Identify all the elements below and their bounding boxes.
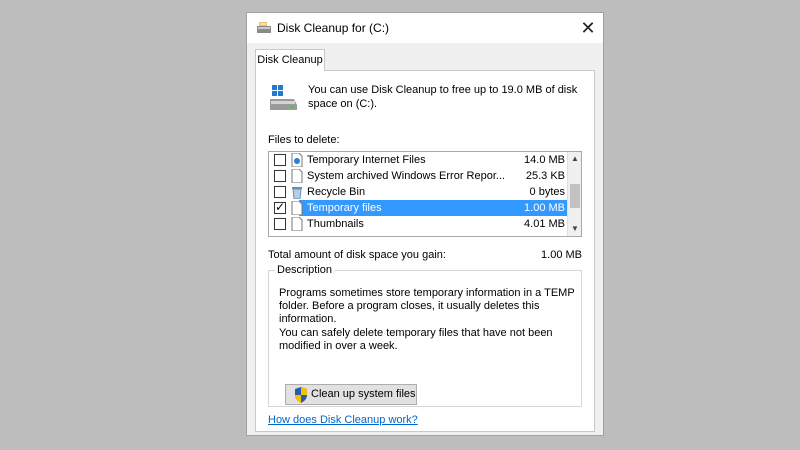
scroll-thumb[interactable] — [570, 184, 580, 208]
list-scrollbar[interactable]: ▲ ▼ — [567, 152, 581, 236]
disk-cleanup-window: Disk Cleanup for (C:) ✕ Disk Cleanup You… — [246, 12, 604, 436]
files-to-delete-list[interactable]: Temporary Internet Files 14.0 MB System … — [268, 151, 582, 237]
tab-panel: You can use Disk Cleanup to free up to 1… — [255, 70, 595, 432]
list-item-temporary-files[interactable]: ✓ Temporary files 1.00 MB — [269, 200, 569, 216]
description-legend: Description — [275, 264, 335, 276]
description-text: Programs sometimes store temporary infor… — [279, 287, 575, 325]
files-to-delete-label: Files to delete: — [268, 134, 340, 146]
tab-disk-cleanup[interactable]: Disk Cleanup — [255, 49, 325, 71]
total-space-label: Total amount of disk space you gain: — [268, 249, 446, 261]
checkbox[interactable] — [274, 218, 286, 230]
file-size: 4.01 MB — [524, 218, 565, 230]
file-size: 25.3 KB — [525, 170, 565, 182]
close-icon: ✕ — [580, 18, 596, 38]
list-item-temporary-internet-files[interactable]: Temporary Internet Files 14.0 MB — [269, 152, 569, 168]
internet-files-icon — [291, 153, 303, 167]
checkbox[interactable] — [274, 154, 286, 166]
clean-up-system-files-label: Clean up system files — [311, 388, 416, 400]
recycle-bin-icon — [292, 187, 302, 199]
scroll-down-icon[interactable]: ▼ — [568, 222, 581, 236]
checkbox[interactable]: ✓ — [274, 200, 286, 214]
scroll-up-icon[interactable]: ▲ — [568, 152, 581, 166]
checkmark-icon: ✓ — [275, 200, 286, 214]
clean-up-system-files-button[interactable]: Clean up system files — [285, 384, 417, 405]
total-space-value: 1.00 MB — [541, 249, 582, 261]
document-icon — [291, 217, 303, 231]
file-size: 1.00 MB — [499, 200, 569, 216]
description-group: Description Programs sometimes store tem… — [268, 264, 582, 407]
checkbox[interactable] — [274, 186, 286, 198]
file-size: 0 bytes — [529, 186, 565, 198]
file-name: Thumbnails — [307, 218, 364, 230]
list-item-recycle-bin[interactable]: Recycle Bin 0 bytes — [269, 184, 569, 200]
document-icon — [291, 201, 303, 215]
window-title: Disk Cleanup for (C:) — [277, 21, 390, 35]
checkbox[interactable] — [274, 170, 286, 182]
list-item-system-archived-error-reports[interactable]: System archived Windows Error Repor... 2… — [269, 168, 569, 184]
document-icon — [291, 169, 303, 183]
disk-cleanup-icon — [257, 22, 271, 33]
help-link[interactable]: How does Disk Cleanup work? — [268, 414, 418, 426]
title-bar: Disk Cleanup for (C:) ✕ — [247, 13, 603, 43]
description-note: You can safely delete temporary files th… — [279, 327, 553, 352]
uac-shield-icon — [295, 387, 307, 403]
list-item-thumbnails[interactable]: Thumbnails 4.01 MB — [269, 216, 569, 232]
drive-icon — [270, 85, 297, 110]
close-button[interactable]: ✕ — [573, 13, 603, 43]
file-name: System archived Windows Error Repor... — [307, 170, 506, 182]
file-name: Recycle Bin — [307, 186, 366, 198]
intro-text: You can use Disk Cleanup to free up to 1… — [308, 84, 578, 110]
file-name: Temporary Internet Files — [307, 154, 426, 166]
file-name: Temporary files — [307, 200, 386, 216]
file-size: 14.0 MB — [524, 154, 565, 166]
